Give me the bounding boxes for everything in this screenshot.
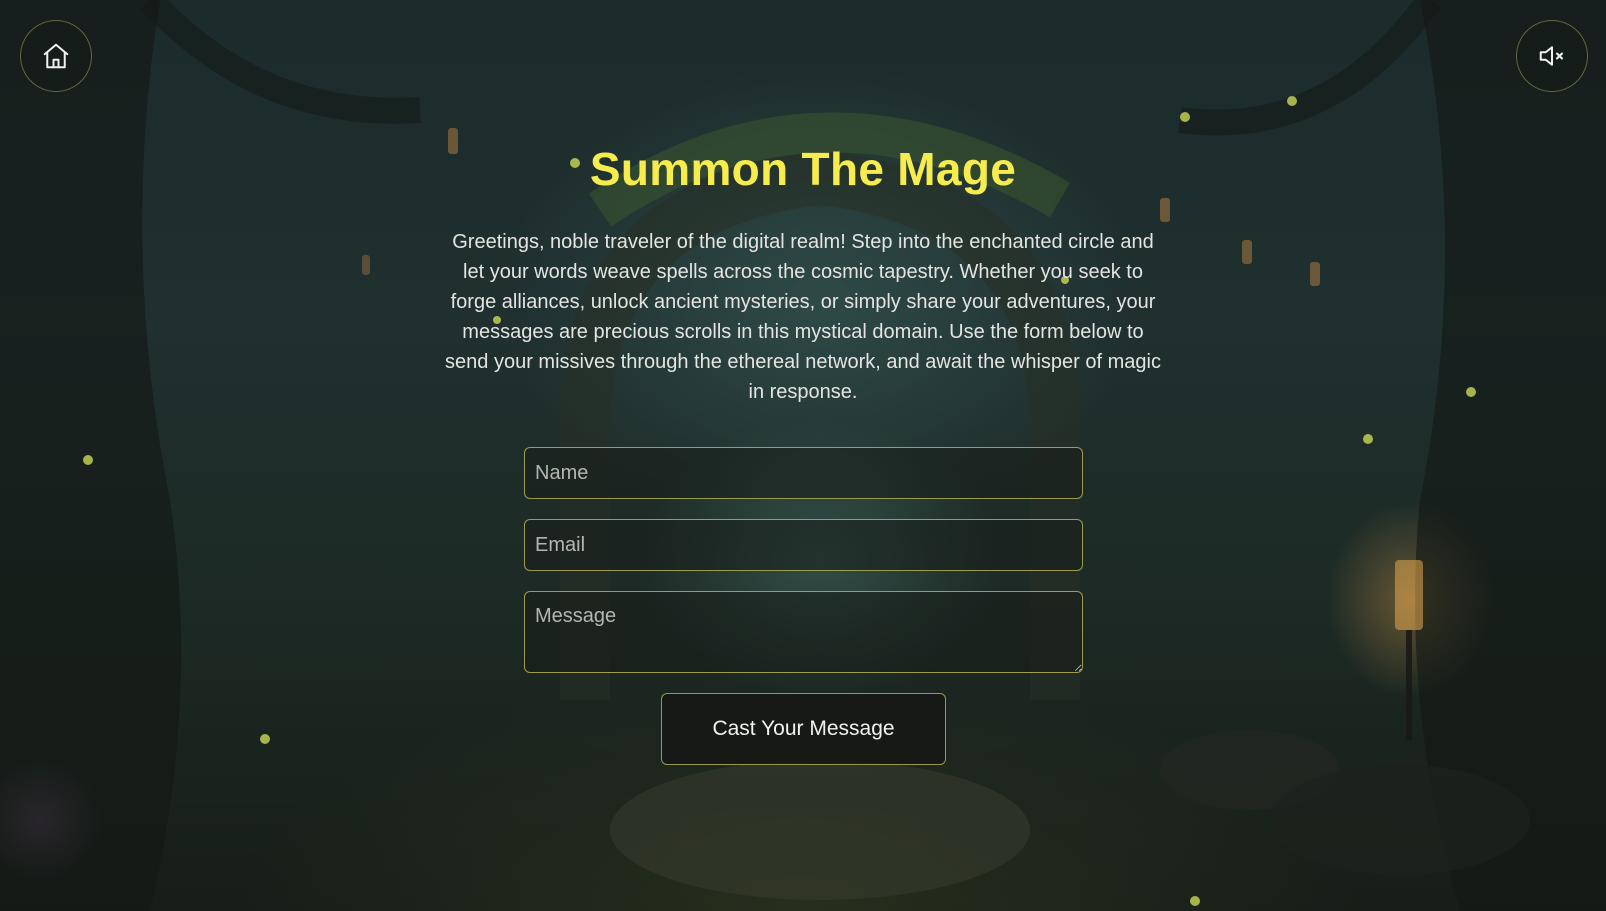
mute-toggle-button[interactable] <box>1516 20 1588 92</box>
home-icon <box>43 43 69 69</box>
message-textarea[interactable] <box>524 591 1083 673</box>
name-input[interactable] <box>524 447 1083 499</box>
cast-message-button[interactable]: Cast Your Message <box>661 693 946 765</box>
home-button[interactable] <box>20 20 92 92</box>
intro-paragraph: Greetings, noble traveler of the digital… <box>445 231 1161 403</box>
page-title: Summon The Mage <box>589 143 1017 195</box>
volume-muted-icon <box>1539 46 1563 66</box>
email-input[interactable] <box>524 519 1083 571</box>
